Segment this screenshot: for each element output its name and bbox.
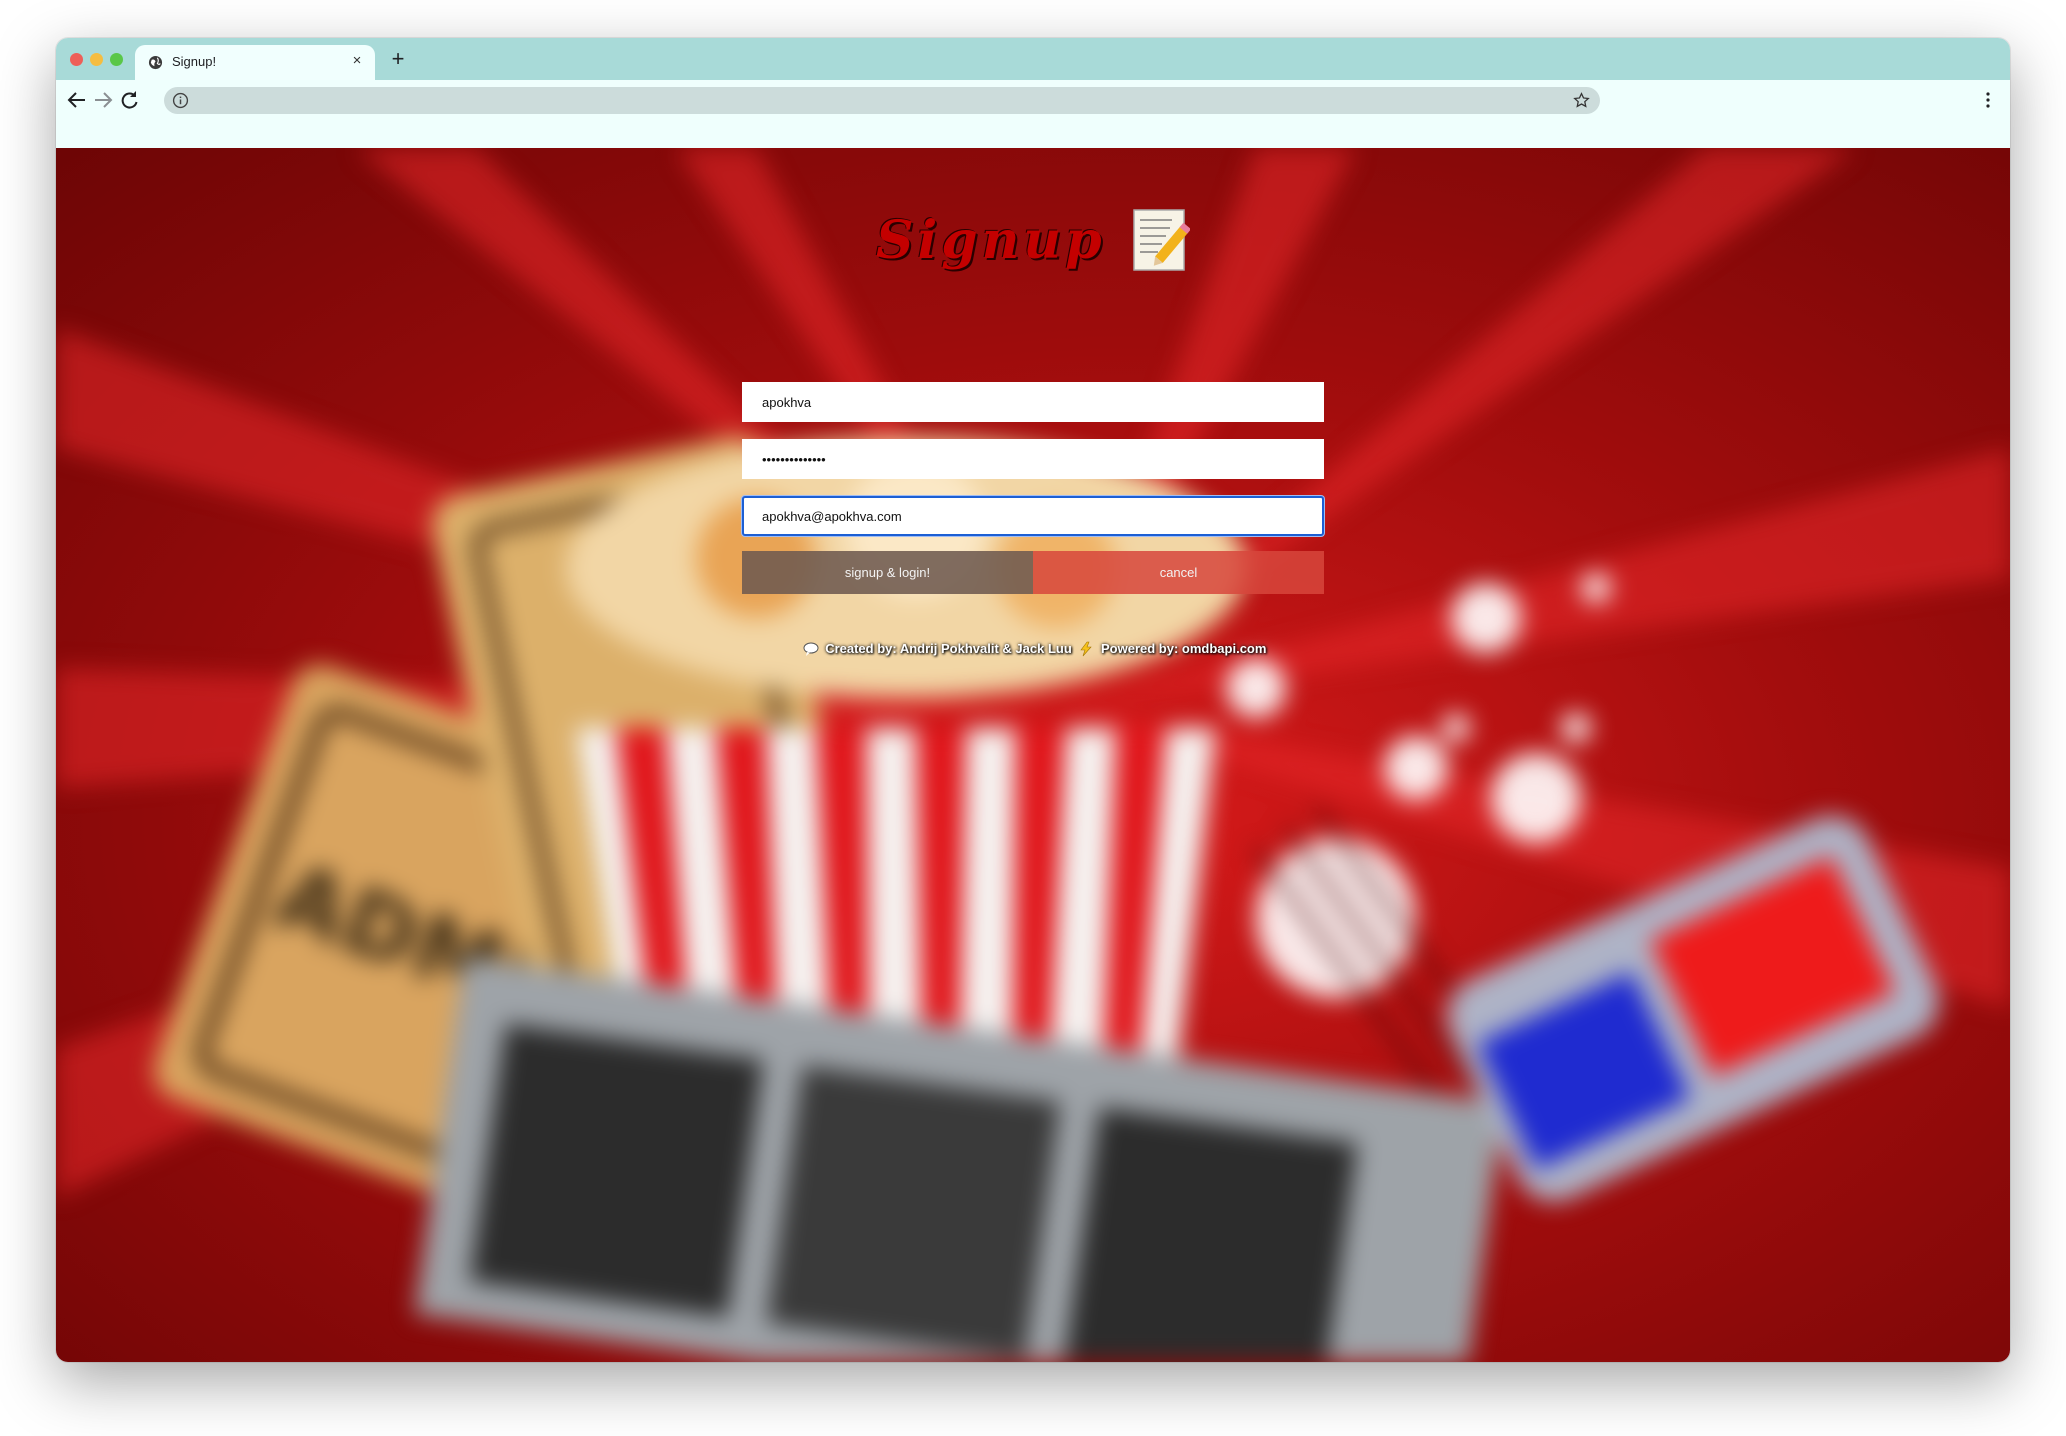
credits-footer: Created by: Andrij Pokhvalit & Jack Luu … xyxy=(56,640,2010,657)
new-tab-button[interactable]: + xyxy=(386,47,410,71)
email-field[interactable] xyxy=(742,496,1324,536)
username-field[interactable] xyxy=(742,382,1324,422)
tab-signup[interactable]: Signup! × xyxy=(135,45,375,80)
browser-window: Signup! × + ADMIT Signup apokhva •••••••… xyxy=(56,38,2010,1362)
credits-created-by: Created by: Andrij Pokhvalit & Jack Luu xyxy=(825,641,1072,657)
bookmark-star-icon[interactable] xyxy=(1573,92,1590,109)
reload-icon[interactable] xyxy=(117,88,141,112)
signup-heading: Signup xyxy=(56,208,2010,272)
globe-icon xyxy=(148,55,163,70)
close-window-button[interactable] xyxy=(70,53,83,66)
address-bar[interactable] xyxy=(164,87,1600,114)
cancel-button[interactable]: cancel xyxy=(1033,551,1324,594)
form-buttons: signup & login! cancel xyxy=(742,551,1324,594)
maximize-window-button[interactable] xyxy=(110,53,123,66)
minimize-window-button[interactable] xyxy=(90,53,103,66)
lightning-icon xyxy=(1080,641,1093,656)
page-content: ADMIT Signup apokhva •••••••••••••• apok… xyxy=(56,148,2010,1362)
memo-pencil-icon xyxy=(1133,209,1191,271)
movie-background-image: ADMIT xyxy=(56,148,2010,1362)
close-tab-icon[interactable]: × xyxy=(348,52,366,70)
speech-balloon-icon xyxy=(803,642,819,656)
forward-arrow-icon[interactable] xyxy=(91,88,115,112)
page-title: Signup xyxy=(875,209,1106,271)
tab-title: Signup! xyxy=(172,54,217,69)
back-arrow-icon[interactable] xyxy=(65,88,89,112)
info-icon[interactable] xyxy=(172,92,189,109)
signup-form: signup & login! cancel xyxy=(742,382,1324,594)
signup-login-button[interactable]: signup & login! xyxy=(742,551,1033,594)
password-field[interactable] xyxy=(742,439,1324,479)
tab-bar: Signup! × + xyxy=(56,38,2010,80)
kebab-menu-icon[interactable] xyxy=(1976,88,2000,112)
credits-powered-by: Powered by: omdbapi.com xyxy=(1101,641,1267,657)
